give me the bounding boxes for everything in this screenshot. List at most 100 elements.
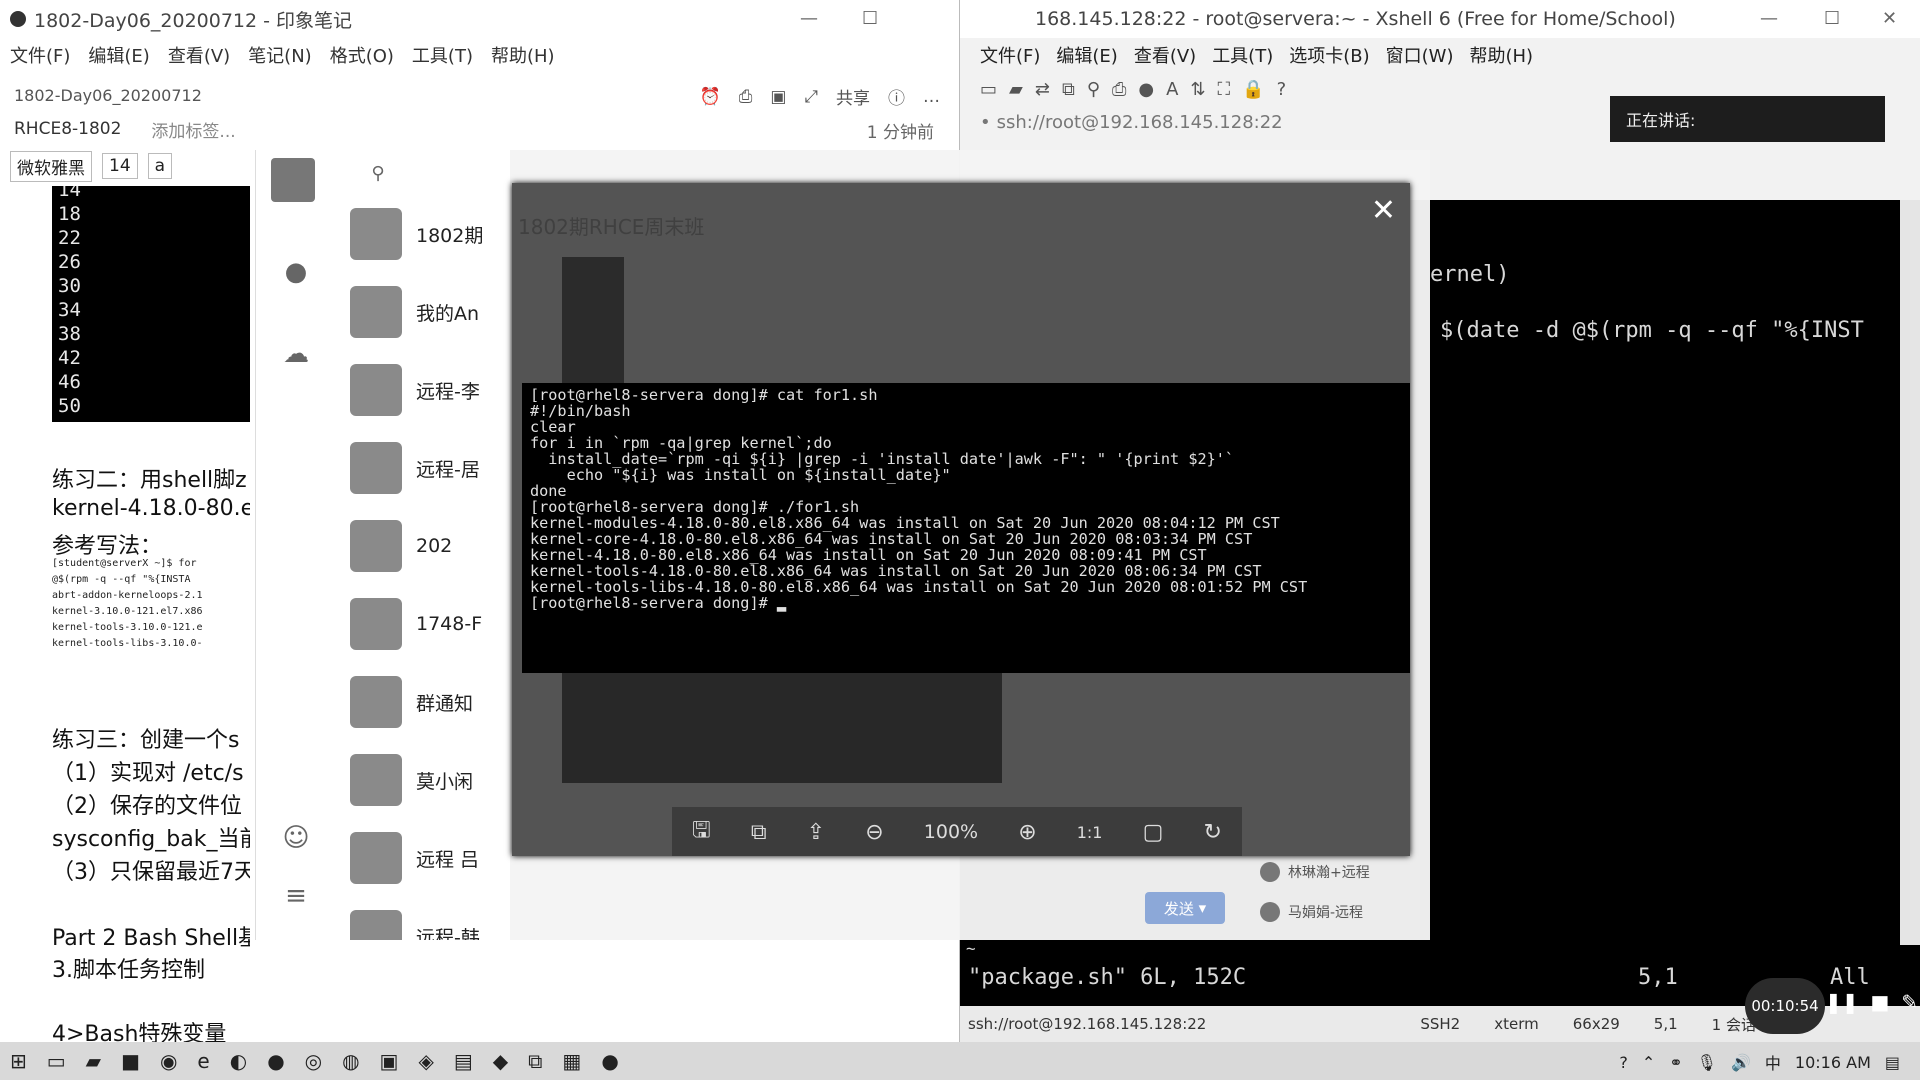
rotate-icon[interactable]: ↻: [1203, 820, 1221, 845]
list-item[interactable]: 远程-居: [350, 440, 480, 496]
menu-file[interactable]: 文件(F): [10, 42, 70, 68]
menu-view[interactable]: 查看(V): [1134, 42, 1196, 68]
color-icon[interactable]: ●: [1138, 79, 1154, 100]
maximize-icon[interactable]: ☐: [1824, 8, 1840, 29]
connect-icon[interactable]: ⇄: [1035, 79, 1050, 100]
list-item[interactable]: 群通知: [350, 674, 473, 730]
add-tag-input[interactable]: 添加标签...: [151, 117, 235, 142]
app-icon[interactable]: ◎: [305, 1049, 322, 1073]
close-icon[interactable]: ✕: [1371, 193, 1396, 228]
info-icon[interactable]: ⓘ: [888, 84, 905, 109]
avatar[interactable]: [271, 158, 315, 202]
menu-tools[interactable]: 工具(T): [1212, 42, 1273, 68]
new-session-icon[interactable]: ▭: [980, 79, 997, 100]
app-icon[interactable]: ◈: [418, 1049, 433, 1073]
volume-icon[interactable]: 🔊: [1731, 1053, 1751, 1072]
scrollbar[interactable]: [1900, 200, 1920, 945]
reminder-icon[interactable]: ⏰: [700, 87, 721, 107]
help-icon[interactable]: ?: [1619, 1053, 1628, 1072]
cloud-icon[interactable]: ☁: [278, 336, 314, 372]
lock-icon[interactable]: 🔒: [1242, 79, 1264, 100]
chat-member[interactable]: 马娟娟-远程: [1260, 902, 1363, 922]
list-item[interactable]: 远程-韩: [350, 908, 480, 940]
contacts-icon[interactable]: ☺: [278, 820, 314, 856]
list-item[interactable]: 1802期: [350, 206, 483, 262]
fit-window-icon[interactable]: ▢: [1143, 820, 1164, 845]
send-button[interactable]: 发送 ▾: [1145, 892, 1225, 924]
chat-icon[interactable]: ●: [278, 254, 314, 290]
list-item[interactable]: 我的An: [350, 284, 479, 340]
network-icon[interactable]: ⚭: [1669, 1053, 1682, 1072]
open-icon[interactable]: ▰: [1009, 79, 1023, 100]
menu-edit[interactable]: 编辑(E): [1056, 42, 1117, 68]
list-item[interactable]: 莫小闲: [350, 752, 473, 808]
address-bar[interactable]: • ssh://root@192.168.145.128:22: [980, 108, 1480, 136]
share-icon[interactable]: ⤢: [804, 87, 818, 107]
list-item[interactable]: 1748-F: [350, 596, 482, 652]
print-icon[interactable]: ⎙: [1112, 79, 1126, 100]
save-icon[interactable]: 🖫: [692, 813, 711, 851]
app-icon[interactable]: ▤: [454, 1049, 473, 1073]
app-icon[interactable]: ⧉: [528, 1049, 542, 1073]
menu-window[interactable]: 窗口(W): [1386, 42, 1454, 68]
pause-icon[interactable]: ❚❚: [1825, 990, 1859, 1014]
menu-edit[interactable]: 编辑(E): [88, 42, 149, 68]
menu-tabs[interactable]: 选项卡(B): [1289, 42, 1369, 68]
pen-icon[interactable]: ✎: [1901, 990, 1918, 1014]
mic-icon[interactable]: 🎙: [1697, 1053, 1717, 1072]
print-icon[interactable]: ⎙: [739, 87, 753, 107]
app-icon[interactable]: ●: [601, 1049, 618, 1073]
chat-member[interactable]: 林琳瀚+远程: [1260, 862, 1370, 882]
help-icon[interactable]: ?: [1277, 79, 1287, 100]
chevron-up-icon[interactable]: ⌃: [1642, 1053, 1655, 1072]
close-icon[interactable]: ✕: [1882, 8, 1897, 29]
menu-help[interactable]: 帮助(H): [1469, 42, 1533, 68]
list-item[interactable]: 远程-李: [350, 362, 480, 418]
app-icon[interactable]: ▣: [380, 1049, 399, 1073]
menu-note[interactable]: 笔记(N): [248, 42, 312, 68]
edge-icon[interactable]: e: [197, 1049, 209, 1073]
menu-icon[interactable]: ≡: [278, 878, 314, 914]
search-icon[interactable]: ⚲: [360, 156, 396, 192]
list-item[interactable]: 远程 吕: [350, 830, 479, 886]
menu-help[interactable]: 帮助(H): [491, 42, 555, 68]
app-icon[interactable]: ●: [267, 1049, 284, 1073]
ime-icon[interactable]: 中: [1765, 1050, 1781, 1074]
app-icon[interactable]: ▦: [562, 1049, 581, 1073]
share-icon[interactable]: ⇪: [807, 820, 825, 845]
present-icon[interactable]: ▣: [770, 87, 786, 107]
font-size-select[interactable]: 14: [102, 153, 138, 179]
menu-view[interactable]: 查看(V): [168, 42, 230, 68]
maximize-icon[interactable]: ☐: [862, 8, 878, 29]
minimize-icon[interactable]: —: [1760, 8, 1778, 29]
list-item[interactable]: 202: [350, 518, 452, 574]
find-icon[interactable]: ⚲: [1087, 79, 1100, 100]
app-icon[interactable]: ◉: [160, 1049, 177, 1073]
copy-icon[interactable]: ⧉: [1062, 79, 1075, 100]
clock[interactable]: 10:16 AM: [1795, 1053, 1871, 1072]
menu-format[interactable]: 格式(O): [330, 42, 394, 68]
app-icon[interactable]: ◆: [493, 1049, 508, 1073]
menu-tools[interactable]: 工具(T): [412, 42, 473, 68]
app-icon[interactable]: ◍: [342, 1049, 359, 1073]
zoom-in-icon[interactable]: ⊕: [1018, 820, 1036, 845]
font-family-select[interactable]: 微软雅黑: [10, 150, 92, 182]
zoom-out-icon[interactable]: ⊖: [865, 820, 883, 845]
task-view-icon[interactable]: ▭: [47, 1049, 66, 1073]
transfer-icon[interactable]: ⇅: [1190, 79, 1205, 100]
share-button[interactable]: 共享: [836, 84, 870, 109]
fullscreen-icon[interactable]: ⛶: [1218, 79, 1231, 100]
font-color-icon[interactable]: a: [147, 153, 173, 179]
folder-icon[interactable]: ▰: [86, 1049, 101, 1073]
stop-icon[interactable]: ■: [1871, 990, 1890, 1014]
app-icon[interactable]: ◐: [230, 1049, 247, 1073]
start-icon[interactable]: ⊞: [10, 1049, 27, 1073]
send-to-icon[interactable]: ⧉: [751, 820, 767, 845]
font-icon[interactable]: A: [1166, 79, 1178, 100]
notification-icon[interactable]: ▤: [1885, 1053, 1900, 1072]
more-icon[interactable]: …: [923, 87, 940, 107]
notebook-selector[interactable]: RHCE8-1802: [14, 119, 121, 139]
minimize-icon[interactable]: —: [800, 8, 818, 29]
actual-size-icon[interactable]: 1:1: [1077, 823, 1103, 842]
app-icon[interactable]: ■: [121, 1049, 140, 1073]
